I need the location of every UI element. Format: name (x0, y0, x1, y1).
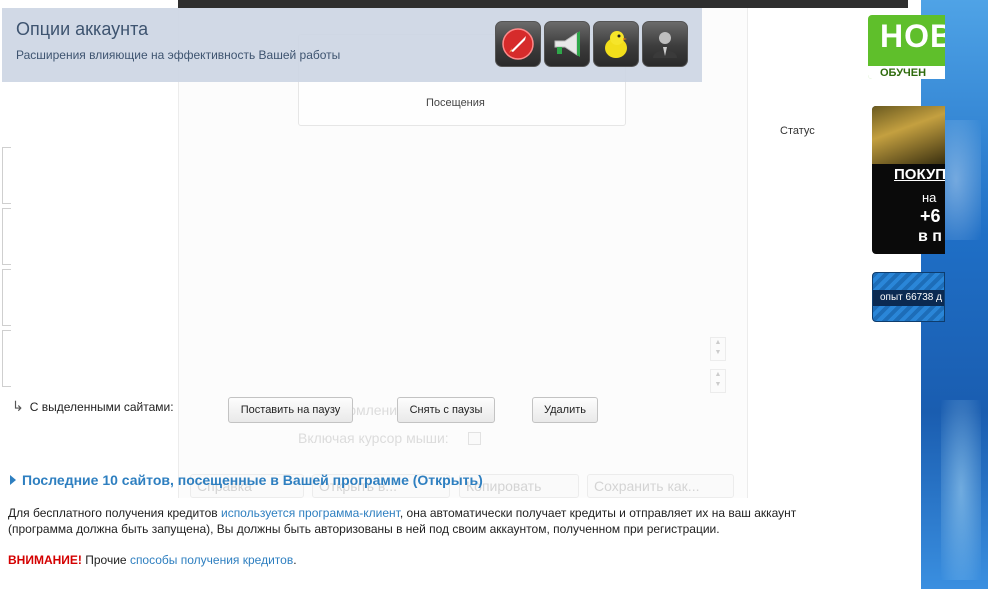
bulk-actions-label: ↳ С выделенными сайтами: (12, 398, 174, 414)
delete-button[interactable]: Удалить (532, 397, 598, 423)
corner-arrow-icon: ↳ (12, 398, 24, 414)
background-window-titlebar (178, 0, 908, 8)
table-row (2, 208, 11, 265)
recent-sites-toggle[interactable]: Последние 10 сайтов, посещенные в Вашей … (10, 472, 483, 488)
account-options-header: Опции аккаунта Расширения влияющие на эф… (2, 8, 702, 82)
ad-banner-experience[interactable]: опыт 66738 д (872, 272, 945, 322)
table-row (2, 330, 11, 387)
visits-column-header: Посещения (426, 97, 485, 109)
warning-text: ВНИМАНИЕ! Прочие способы получения креди… (8, 553, 297, 567)
unpause-button[interactable]: Снять с паузы (397, 397, 495, 423)
client-program-link[interactable]: используется программа-клиент (221, 506, 400, 520)
extension-icons (495, 21, 688, 67)
table-row (2, 147, 11, 204)
pause-button[interactable]: Поставить на паузу (228, 397, 353, 423)
expand-triangle-icon (10, 475, 16, 485)
credit-methods-link[interactable]: способы получения кредитов (130, 553, 293, 567)
ad-banner-purchase[interactable]: ПОКУП на +6 в п (872, 106, 945, 254)
table-row (2, 269, 11, 326)
megaphone-icon[interactable] (544, 21, 590, 67)
client-program-info: Для бесплатного получения кредитов испол… (8, 506, 797, 536)
page-title: Опции аккаунта (16, 19, 149, 39)
background-spinner: ▲ ▼ (710, 369, 726, 393)
status-column-header: Статус (780, 125, 815, 137)
background-save-as-button: Сохранить как... (587, 474, 734, 498)
desktop-glow (941, 400, 981, 580)
background-dialog-cursor-label: Включая курсор мыши: (298, 430, 449, 446)
background-dialog-checkbox (468, 432, 481, 445)
businessman-icon[interactable] (642, 21, 688, 67)
page-subtitle: Расширения влияющие на эффективность Ваш… (16, 48, 341, 62)
background-spinner: ▲ ▼ (710, 337, 726, 361)
chick-icon[interactable] (593, 21, 639, 67)
rocket-icon[interactable] (495, 21, 541, 67)
ad-banner-new-training[interactable]: НОВ ОБУЧЕН (868, 15, 945, 79)
